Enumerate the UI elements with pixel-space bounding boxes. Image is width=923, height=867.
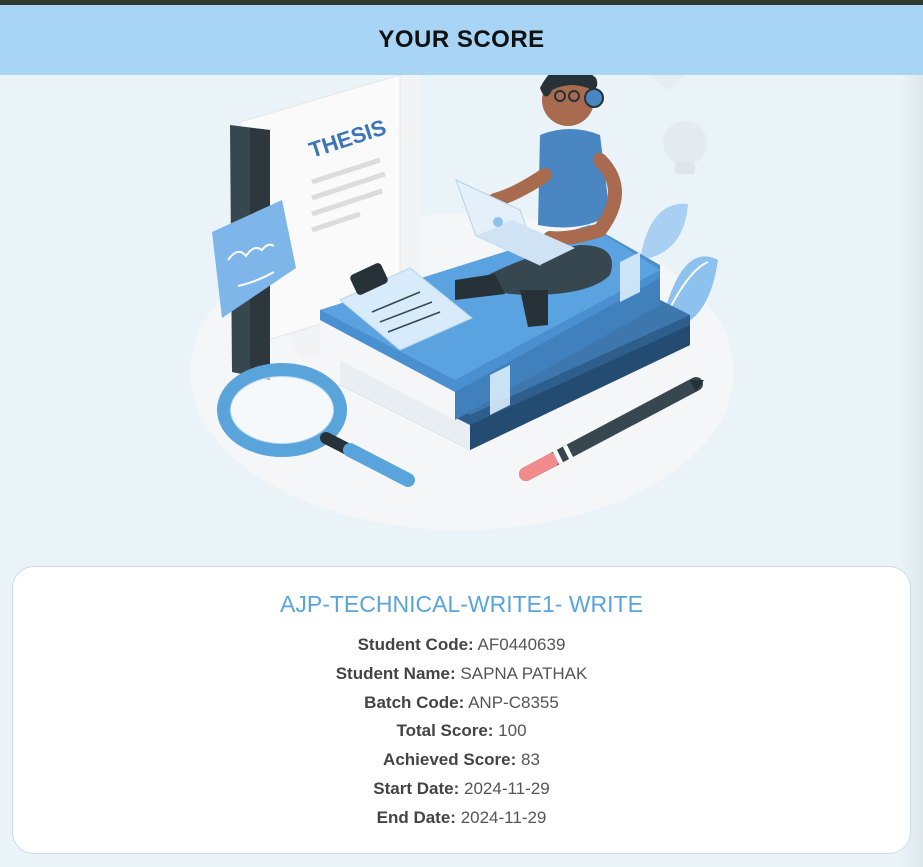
lightbulb-icon — [663, 121, 707, 174]
row-value: ANP-C8355 — [468, 692, 559, 712]
score-details: Student Code: AF0440639 Student Name: SA… — [13, 631, 910, 833]
start-date-row: Start Date: 2024-11-29 — [13, 775, 910, 804]
row-value: 83 — [521, 750, 540, 770]
score-header: YOUR SCORE — [0, 5, 923, 75]
row-label: Start Date: — [373, 778, 460, 798]
row-label: Student Name: — [335, 663, 456, 683]
row-value: 100 — [498, 721, 527, 741]
row-label: Student Code: — [357, 635, 474, 654]
row-value: 2024-11-29 — [464, 778, 550, 798]
row-value: SAPNA PATHAK — [460, 663, 588, 683]
row-value: 2024-11-29 — [460, 807, 547, 827]
student-code-row: Student Code: AF0440639 — [13, 631, 910, 660]
score-card: AJP-TECHNICAL-WRITE1- WRITE Student Code… — [12, 566, 911, 854]
row-value: AF0440639 — [477, 635, 566, 654]
study-illustration: THESIS — [190, 75, 734, 530]
total-score-row: Total Score: 100 — [13, 717, 910, 746]
row-label: Achieved Score: — [383, 750, 517, 770]
row-label: End Date: — [376, 807, 456, 827]
end-date-row: End Date: 2024-11-29 — [13, 804, 910, 833]
student-name-row: Student Name: SAPNA PATHAK — [13, 660, 910, 689]
row-label: Batch Code: — [364, 692, 465, 712]
achieved-score-row: Achieved Score: 83 — [13, 746, 910, 775]
row-label: Total Score: — [396, 721, 494, 741]
batch-code-row: Batch Code: ANP-C8355 — [13, 689, 910, 718]
page-title: YOUR SCORE — [378, 26, 545, 53]
assessment-title: AJP-TECHNICAL-WRITE1- WRITE — [280, 591, 643, 617]
